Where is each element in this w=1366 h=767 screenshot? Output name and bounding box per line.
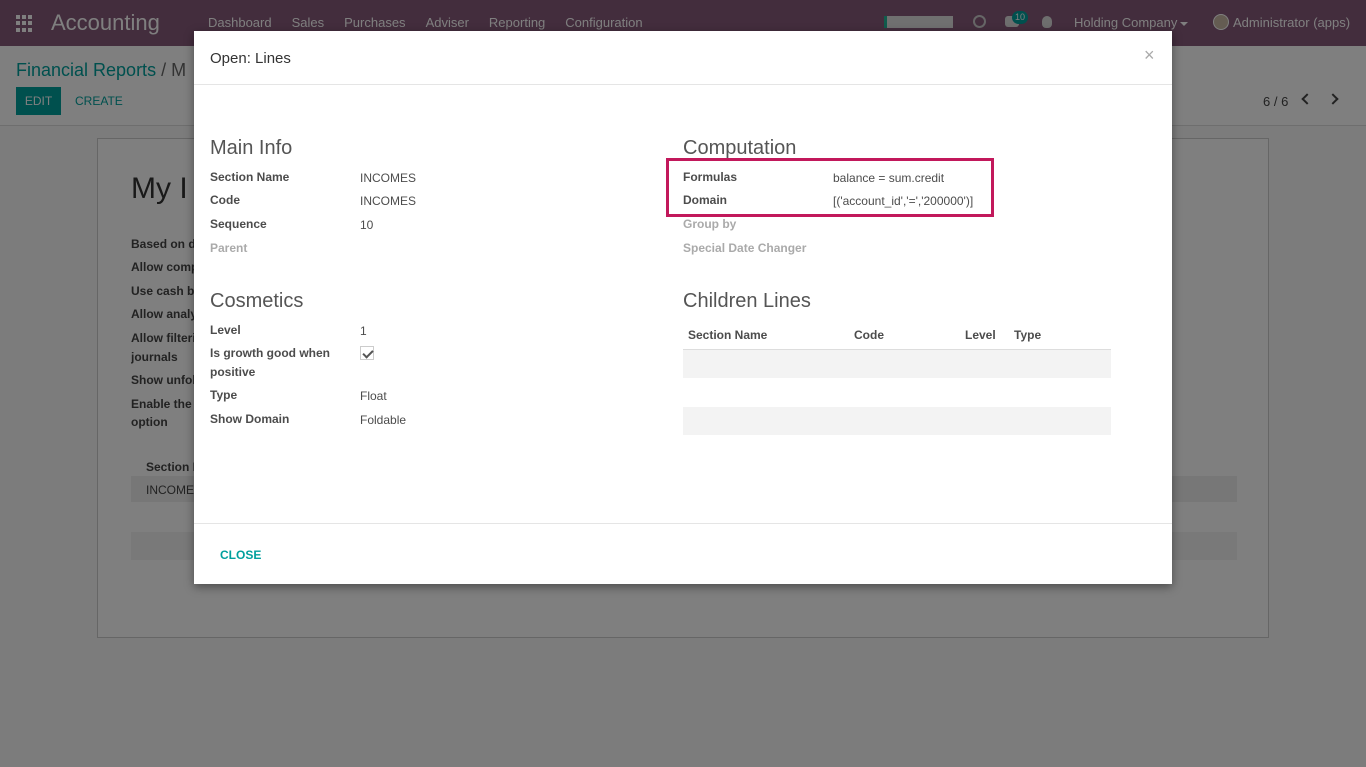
show-domain-value: Foldable <box>360 413 407 427</box>
highlight-box <box>666 158 994 217</box>
show-domain-label: Show Domain <box>210 412 290 426</box>
table-row <box>683 350 1111 378</box>
column-section-name[interactable]: Section Name <box>688 328 767 342</box>
section-name-label: Section Name <box>210 170 290 184</box>
cosmetics-title: Cosmetics <box>210 290 304 312</box>
level-value: 1 <box>360 324 367 338</box>
modal-footer: CLOSE <box>194 523 1172 584</box>
column-code[interactable]: Code <box>854 328 884 342</box>
code-label: Code <box>210 193 240 207</box>
growth-label-cont: positive <box>210 365 256 379</box>
growth-checkbox[interactable] <box>360 346 374 360</box>
main-info-title: Main Info <box>210 137 293 159</box>
type-label: Type <box>210 388 238 402</box>
modal-header: Open: Lines × <box>194 31 1172 85</box>
parent-label: Parent <box>210 241 248 255</box>
close-icon[interactable]: × <box>1144 45 1155 66</box>
close-button[interactable]: CLOSE <box>220 548 261 562</box>
sequence-value: 10 <box>360 218 374 232</box>
group-by-label: Group by <box>683 217 737 231</box>
computation-title: Computation <box>683 137 797 159</box>
column-level[interactable]: Level <box>965 328 996 342</box>
children-lines-title: Children Lines <box>683 290 811 312</box>
special-date-label: Special Date Changer <box>683 241 807 255</box>
type-value: Float <box>360 389 387 403</box>
section-name-value: INCOMES <box>360 171 417 185</box>
lines-dialog: Open: Lines × Main Info Section Name INC… <box>194 31 1172 584</box>
table-row <box>683 407 1111 435</box>
sequence-label: Sequence <box>210 217 267 231</box>
growth-label: Is growth good when <box>210 346 330 360</box>
modal-title: Open: Lines <box>210 50 291 67</box>
code-value: INCOMES <box>360 194 417 208</box>
column-type[interactable]: Type <box>1014 328 1041 342</box>
level-label: Level <box>210 323 241 337</box>
